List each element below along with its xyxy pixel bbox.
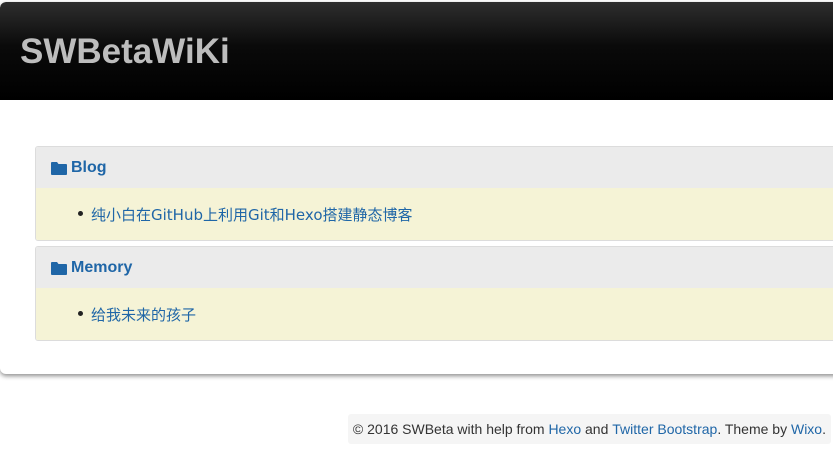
category-panel-memory: Memory 给我未来的孩子: [35, 246, 833, 341]
bullet-icon: [78, 210, 83, 216]
site-title-link[interactable]: SWBetaWiKi: [20, 32, 230, 72]
list-item: 给我未来的孩子: [78, 304, 196, 325]
category-heading-blog: Blog: [36, 147, 833, 188]
folder-icon: [51, 261, 67, 275]
category-body-blog: 纯小白在GitHub上利用Git和Hexo搭建静态博客: [36, 188, 833, 240]
bullet-icon: [78, 310, 83, 316]
post-list: 给我未来的孩子: [36, 304, 196, 325]
category-link-blog[interactable]: Blog: [71, 159, 107, 177]
theme-author-link[interactable]: Wixo: [791, 421, 822, 437]
post-link[interactable]: 给我未来的孩子: [91, 306, 196, 324]
footer-theme-prefix: . Theme by: [717, 421, 791, 437]
footer-prefix: © 2016 SWBeta with help from: [352, 421, 549, 437]
page: SWBetaWiKi Blog 纯小白在GitHub上利用Git和Hexo搭建静…: [0, 0, 833, 449]
site-header: SWBetaWiKi: [0, 2, 833, 100]
folder-icon: [51, 161, 67, 175]
footer-and: and: [581, 421, 613, 437]
hexo-link[interactable]: Hexo: [548, 421, 581, 437]
post-link[interactable]: 纯小白在GitHub上利用Git和Hexo搭建静态博客: [91, 206, 413, 224]
category-link-memory[interactable]: Memory: [71, 259, 132, 277]
bootstrap-link[interactable]: Twitter Bootstrap: [612, 421, 717, 437]
site-footer: © 2016 SWBeta with help from Hexo and Tw…: [347, 414, 831, 444]
list-item: 纯小白在GitHub上利用Git和Hexo搭建静态博客: [78, 204, 413, 225]
post-list: 纯小白在GitHub上利用Git和Hexo搭建静态博客: [36, 204, 413, 225]
category-body-memory: 给我未来的孩子: [36, 288, 833, 340]
footer-suffix: .: [822, 421, 826, 437]
category-heading-memory: Memory: [36, 247, 833, 288]
category-panel-blog: Blog 纯小白在GitHub上利用Git和Hexo搭建静态博客: [35, 146, 833, 241]
content-card: SWBetaWiKi Blog 纯小白在GitHub上利用Git和Hexo搭建静…: [0, 2, 833, 374]
